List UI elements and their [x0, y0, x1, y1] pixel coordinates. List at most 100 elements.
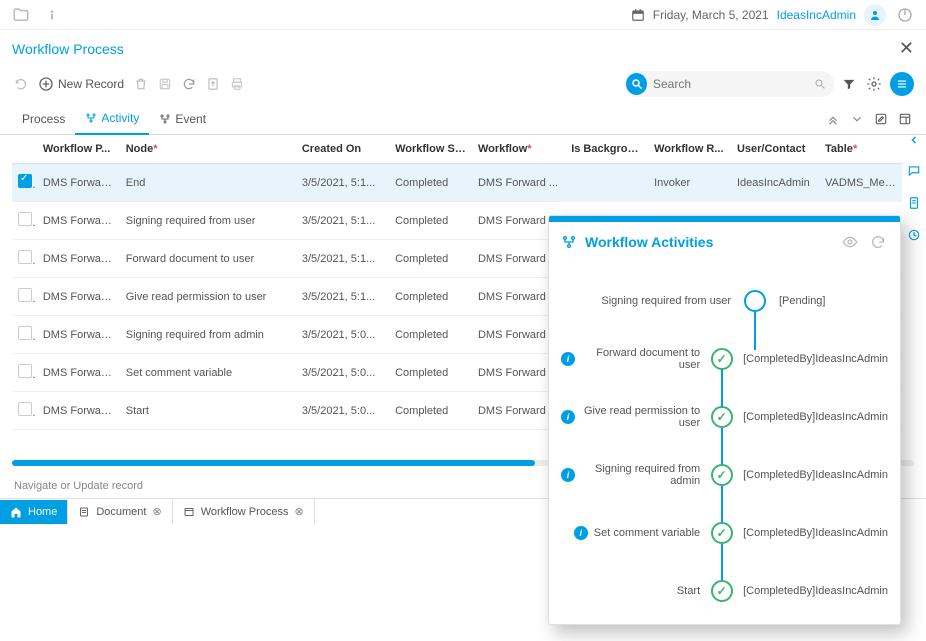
table-row[interactable]: DMS Forward ...End3/5/2021, 5:1...Comple…	[12, 164, 902, 202]
bottom-tab-workflow[interactable]: Workflow Process ⊗	[173, 499, 315, 524]
close-icon[interactable]: ✕	[899, 38, 914, 59]
table-cell: DMS Forward ...	[37, 240, 120, 278]
table-cell: Start	[120, 392, 296, 430]
gear-icon[interactable]	[864, 74, 884, 94]
timeline-step: Start✓[CompletedBy]IdeasIncAdmin	[561, 562, 888, 620]
row-checkbox[interactable]	[18, 402, 32, 416]
tab-process-label: Process	[22, 112, 65, 126]
column-header[interactable]: Workflow St...	[389, 135, 472, 164]
pending-dot	[744, 290, 766, 312]
rail-doc-icon[interactable]	[905, 194, 923, 212]
page-title: Workflow Process	[12, 41, 124, 57]
row-checkbox[interactable]	[18, 364, 32, 378]
filter-icon[interactable]	[840, 75, 858, 93]
column-header[interactable]: Table*	[819, 135, 902, 164]
delete-icon[interactable]	[132, 75, 150, 93]
print-icon[interactable]	[228, 75, 246, 93]
close-tab-icon[interactable]: ⊗	[152, 505, 161, 518]
bottom-tab-workflow-label: Workflow Process	[201, 506, 289, 518]
avatar-button[interactable]	[864, 4, 886, 26]
power-button[interactable]	[894, 4, 916, 26]
column-header[interactable]: Workflow P...	[37, 135, 120, 164]
chevron-down-icon[interactable]	[848, 110, 866, 128]
bottom-tab-document[interactable]: Document ⊗	[68, 499, 172, 524]
timeline-step: i Forward document to user ✓[CompletedBy]I…	[561, 330, 888, 388]
column-header[interactable]: Is Backgrou...	[565, 135, 648, 164]
search-icon[interactable]	[814, 78, 826, 90]
save-icon[interactable]	[156, 75, 174, 93]
workflow-activities-panel: Workflow Activities Signing required fro…	[548, 215, 901, 625]
column-header[interactable]: User/Contact	[731, 135, 819, 164]
table-cell: End	[120, 164, 296, 202]
rail-chevron-icon[interactable]	[906, 132, 922, 148]
step-label: Signing required from admin	[581, 463, 700, 487]
table-cell: 3/5/2021, 5:1...	[296, 240, 389, 278]
info-icon[interactable]: i	[561, 410, 575, 424]
completed-dot: ✓	[711, 464, 733, 486]
column-header[interactable]: Workflow*	[472, 135, 565, 164]
table-cell: 3/5/2021, 5:1...	[296, 278, 389, 316]
new-record-label: New Record	[58, 77, 124, 91]
row-checkbox[interactable]	[18, 174, 32, 188]
document-icon	[78, 506, 90, 518]
export-icon[interactable]	[204, 75, 222, 93]
completed-dot: ✓	[711, 348, 733, 370]
search-button[interactable]	[626, 73, 647, 95]
timeline-step: Signing required from user[Pending]	[561, 272, 888, 330]
rail-chat-icon[interactable]	[905, 162, 923, 180]
table-cell: 3/5/2021, 5:1...	[296, 164, 389, 202]
table-cell: DMS Forward ...	[37, 164, 120, 202]
collapse-icon[interactable]	[824, 110, 842, 128]
info-icon[interactable]	[42, 5, 62, 25]
search-input[interactable]	[647, 77, 814, 91]
new-record-button[interactable]: New Record	[36, 74, 126, 94]
step-status: [CompletedBy]IdeasIncAdmin	[733, 353, 888, 365]
column-header[interactable]: Created On	[296, 135, 389, 164]
step-status: [CompletedBy]IdeasIncAdmin	[733, 585, 888, 597]
edit-icon[interactable]	[872, 110, 890, 128]
info-icon[interactable]: i	[561, 352, 575, 366]
info-icon[interactable]: i	[574, 526, 588, 540]
column-header[interactable]: Workflow R...	[648, 135, 731, 164]
menu-button[interactable]	[890, 72, 914, 96]
table-cell: IdeasIncAdmin	[731, 164, 819, 202]
step-status: [CompletedBy]IdeasIncAdmin	[733, 469, 888, 481]
table-cell: DMS Forward ...	[472, 164, 565, 202]
step-status: [CompletedBy]IdeasIncAdmin	[733, 411, 888, 423]
column-header[interactable]: Node*	[120, 135, 296, 164]
tab-process[interactable]: Process	[12, 104, 75, 134]
table-cell: Completed	[389, 392, 472, 430]
table-cell: DMS Forward ...	[37, 354, 120, 392]
window-icon	[183, 506, 195, 518]
folder-icon[interactable]	[10, 4, 32, 26]
panel-eye-icon[interactable]	[840, 232, 860, 252]
rail-history-icon[interactable]	[905, 226, 923, 244]
bottom-tab-home[interactable]: Home	[0, 500, 68, 524]
scroll-thumb[interactable]	[12, 460, 535, 466]
step-label: Forward document to user	[581, 347, 700, 371]
tab-event-label: Event	[175, 112, 206, 126]
completed-dot: ✓	[711, 580, 733, 602]
table-cell: Completed	[389, 240, 472, 278]
tab-activity-label: Activity	[101, 111, 139, 125]
row-checkbox[interactable]	[18, 326, 32, 340]
search-wrap[interactable]	[624, 71, 834, 97]
info-icon[interactable]: i	[561, 468, 575, 482]
panel-refresh-icon[interactable]	[868, 232, 888, 252]
close-tab-icon[interactable]: ⊗	[295, 505, 304, 518]
table-cell	[565, 164, 648, 202]
tab-activity[interactable]: Activity	[75, 103, 149, 135]
row-checkbox[interactable]	[18, 250, 32, 264]
refresh-icon[interactable]	[180, 75, 198, 93]
undo-icon[interactable]	[12, 75, 30, 93]
row-checkbox[interactable]	[18, 212, 32, 226]
bottom-tab-home-label: Home	[28, 506, 57, 518]
table-cell: Completed	[389, 164, 472, 202]
step-status: [Pending]	[769, 295, 888, 307]
activity-icon	[85, 112, 97, 124]
table-cell: Signing required from admin	[120, 316, 296, 354]
layout-icon[interactable]	[896, 110, 914, 128]
username-link[interactable]: IdeasIncAdmin	[777, 8, 856, 22]
tab-event[interactable]: Event	[149, 104, 216, 134]
row-checkbox[interactable]	[18, 288, 32, 302]
